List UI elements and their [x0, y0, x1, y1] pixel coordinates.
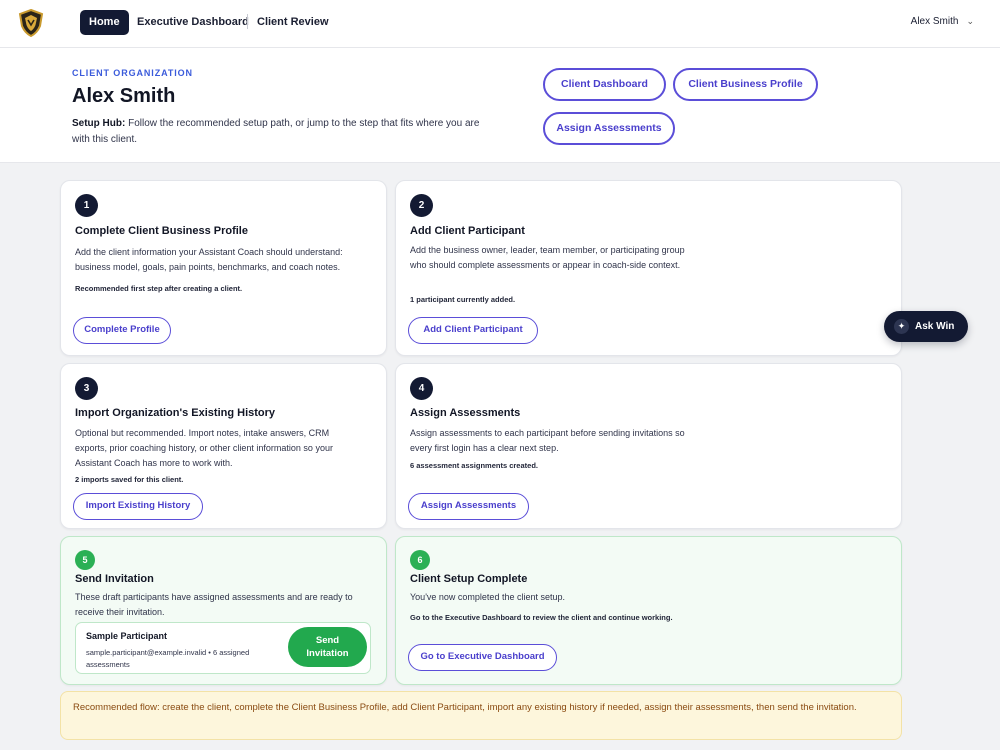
assign-assessments-header-button[interactable]: Assign Assessments: [543, 112, 675, 145]
step-note: 6 assessment assignments created.: [410, 461, 538, 470]
step-card-2: 2 Add Client Participant Add the busines…: [395, 180, 902, 356]
step-description: These draft participants have assigned a…: [75, 592, 353, 617]
send-invitation-button[interactable]: Send Invitation: [288, 627, 367, 667]
user-menu[interactable]: Alex Smith ⌄: [911, 16, 974, 27]
step-card-6: 6 Client Setup Complete You've now compl…: [395, 536, 902, 685]
setup-hub-label: Setup Hub:: [72, 118, 126, 129]
step-title: Complete Client Business Profile: [75, 225, 248, 237]
user-name: Alex Smith: [910, 16, 959, 27]
nav-client-review[interactable]: Client Review: [257, 16, 329, 28]
step-card-5: 5 Send Invitation These draft participan…: [60, 536, 387, 685]
sparkle-icon: ✦: [894, 319, 909, 334]
step-card-1: 1 Complete Client Business Profile Add t…: [60, 180, 387, 356]
step-title: Client Setup Complete: [410, 573, 528, 585]
step-number: 1: [75, 194, 98, 217]
setup-hub-text: Setup Hub: Follow the recommended setup …: [72, 116, 492, 148]
page-title: Alex Smith: [72, 85, 176, 107]
step-number: 4: [410, 377, 433, 400]
step-title: Import Organization's Existing History: [75, 407, 276, 419]
recommended-flow-banner: Recommended flow: create the client, com…: [60, 691, 902, 740]
step-card-3: 3 Import Organization's Existing History…: [60, 363, 387, 529]
participant-row: Sample Participant sample.participant@ex…: [75, 622, 371, 674]
step-note: 2 imports saved for this client.: [75, 475, 184, 484]
nav-divider: [247, 14, 248, 29]
step-note: Recommended first step after creating a …: [75, 284, 243, 293]
step-title: Assign Assessments: [410, 407, 521, 419]
step-number: 3: [75, 377, 98, 400]
client-business-profile-button[interactable]: Client Business Profile: [673, 68, 818, 101]
step-description: Add the client information your Assistan…: [75, 247, 343, 272]
step-number: 6: [410, 550, 430, 570]
ask-win-label: Ask Win: [915, 321, 955, 332]
top-nav: Home Executive Dashboard Client Review A…: [0, 0, 1000, 48]
step-title: Add Client Participant: [410, 225, 525, 237]
participant-name: Sample Participant: [86, 631, 168, 641]
shield-logo-icon[interactable]: [18, 9, 44, 37]
nav-home-button[interactable]: Home: [80, 10, 129, 35]
org-label: CLIENT ORGANIZATION: [72, 68, 193, 78]
chevron-down-icon: ⌄: [966, 16, 974, 26]
nav-executive-dashboard[interactable]: Executive Dashboard: [137, 16, 249, 28]
add-client-participant-button[interactable]: Add Client Participant: [408, 317, 538, 344]
ask-win-button[interactable]: ✦ Ask Win: [884, 311, 968, 342]
step-note: 1 participant currently added.: [410, 295, 516, 304]
step-title: Send Invitation: [75, 573, 154, 585]
complete-profile-button[interactable]: Complete Profile: [73, 317, 171, 344]
step-description: Assign assessments to each participant b…: [410, 428, 685, 453]
step-number: 5: [75, 550, 95, 570]
import-existing-history-button[interactable]: Import Existing History: [73, 493, 203, 520]
client-header: CLIENT ORGANIZATION Alex Smith Setup Hub…: [0, 48, 1000, 163]
assign-assessments-button[interactable]: Assign Assessments: [408, 493, 529, 520]
step-card-4: 4 Assign Assessments Assign assessments …: [395, 363, 902, 529]
step-note: Go to the Executive Dashboard to review …: [410, 613, 673, 622]
go-to-executive-dashboard-button[interactable]: Go to Executive Dashboard: [408, 644, 557, 671]
step-description: Add the business owner, leader, team mem…: [410, 245, 685, 270]
client-dashboard-button[interactable]: Client Dashboard: [543, 68, 666, 101]
setup-hub-description: Follow the recommended setup path, or ju…: [72, 118, 480, 145]
participant-meta: sample.participant@example.invalid • 6 a…: [86, 648, 250, 669]
step-description: Optional but recommended. Import notes, …: [75, 428, 333, 468]
step-number: 2: [410, 194, 433, 217]
step-description: You've now completed the client setup.: [410, 592, 565, 602]
